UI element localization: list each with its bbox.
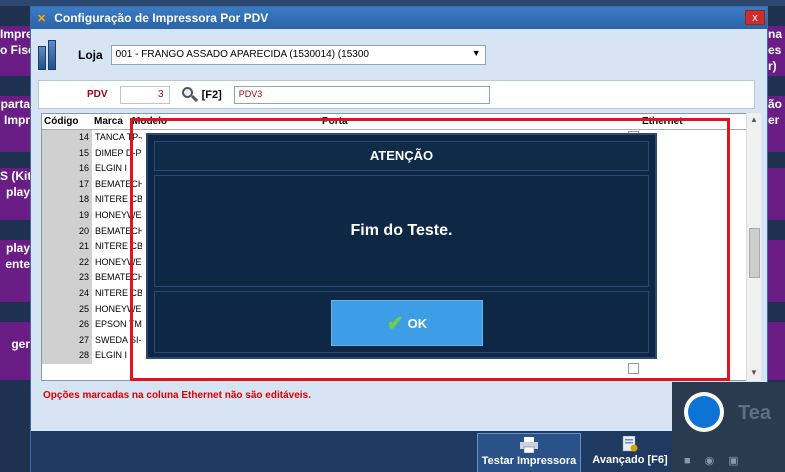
window-titlebar[interactable]: ✕ Configuração de Impressora Por PDV xyxy=(31,7,767,29)
store-select[interactable]: 001 - FRANGO ASSADO APARECIDA (1530014) … xyxy=(110,45,486,65)
ethernet-notice: Opções marcadas na coluna Ethernet não s… xyxy=(43,390,311,401)
store-row: Loja 001 - FRANGO ASSADO APARECIDA (1530… xyxy=(38,36,761,74)
store-building-icon xyxy=(38,40,66,70)
printer-icon xyxy=(520,437,538,453)
bg-tile-right-2: ão er xyxy=(768,96,785,152)
close-button[interactable]: x xyxy=(745,10,765,25)
teamviewer-logo-icon xyxy=(684,392,724,432)
scroll-up-icon[interactable]: ▲ xyxy=(750,115,758,124)
row-code: 19 xyxy=(42,207,92,224)
row-code: 25 xyxy=(42,301,92,318)
pdv-name-field[interactable]: PDV3 xyxy=(233,85,490,104)
row-code: 23 xyxy=(42,270,92,286)
row-code: 20 xyxy=(42,223,92,240)
bg-tile-2: parta Impr xyxy=(0,96,30,152)
teamviewer-controls-icons[interactable]: ■◉▣ xyxy=(684,454,753,467)
bg-tile-3: S (Kit play xyxy=(0,168,30,220)
app-icon: ✕ xyxy=(37,12,47,25)
teamviewer-name: Tea xyxy=(738,402,771,424)
dialog-title: ATENÇÃO xyxy=(154,141,649,171)
test-printer-label: Testar Impressora xyxy=(481,455,577,467)
bottom-toolbar: Testar Impressora Avançado [F6] xyxy=(31,431,769,472)
row-code: 18 xyxy=(42,192,92,208)
dialog-message: Fim do Teste. xyxy=(154,175,649,287)
row-code: 26 xyxy=(42,317,92,333)
bg-tile-1: Impress o Fisc xyxy=(0,26,30,76)
bg-tile-right-4 xyxy=(768,240,785,302)
alert-dialog: ATENÇÃO Fim do Teste. ✔ OK xyxy=(146,133,657,359)
window-title: Configuração de Impressora Por PDV xyxy=(54,11,269,25)
pdv-number-input[interactable]: 3 xyxy=(119,85,170,104)
row-code: 21 xyxy=(42,239,92,255)
row-code: 15 xyxy=(42,145,92,162)
store-select-value: 001 - FRANGO ASSADO APARECIDA (1530014) … xyxy=(115,49,369,60)
teamviewer-panel[interactable]: Tea ■◉▣ xyxy=(672,382,785,472)
row-code: 28 xyxy=(42,348,92,364)
scroll-thumb[interactable] xyxy=(749,228,760,278)
checkmark-icon: ✔ xyxy=(386,312,404,335)
f2-shortcut-label: [F2] xyxy=(201,88,222,101)
grid-scrollbar[interactable]: ▲ ▼ xyxy=(746,113,761,381)
bg-tile-right-3 xyxy=(768,168,785,220)
row-code: 27 xyxy=(42,332,92,349)
ok-label: OK xyxy=(407,315,428,331)
dropdown-arrow-icon[interactable]: ▼ xyxy=(472,48,481,58)
row-code: 17 xyxy=(42,176,92,193)
col-brand[interactable]: Marca xyxy=(92,114,130,129)
pdv-row: PDV 3 [F2] PDV3 xyxy=(38,80,755,109)
advanced-button[interactable]: Avançado [F6] xyxy=(585,433,675,472)
dialog-footer: ✔ OK xyxy=(154,291,649,353)
search-icon[interactable] xyxy=(181,86,198,103)
advanced-label: Avançado [F6] xyxy=(592,454,668,466)
row-code: 24 xyxy=(42,285,92,302)
bg-tile-5: ger xyxy=(0,322,30,380)
test-printer-button[interactable]: Testar Impressora xyxy=(477,433,581,472)
bg-tile-right-5 xyxy=(768,322,785,380)
bg-tile-4: play ente xyxy=(0,240,30,302)
row-code: 16 xyxy=(42,161,92,177)
row-code: 22 xyxy=(42,254,92,271)
ok-button[interactable]: ✔ OK xyxy=(331,300,483,346)
store-label: Loja xyxy=(78,48,103,62)
pdv-label: PDV xyxy=(87,89,108,100)
bg-tile-right-1: na es r) xyxy=(768,26,785,76)
settings-doc-icon xyxy=(622,436,638,452)
scroll-down-icon[interactable]: ▼ xyxy=(750,368,758,377)
col-code[interactable]: Código xyxy=(42,114,92,129)
row-code: 14 xyxy=(42,130,92,146)
